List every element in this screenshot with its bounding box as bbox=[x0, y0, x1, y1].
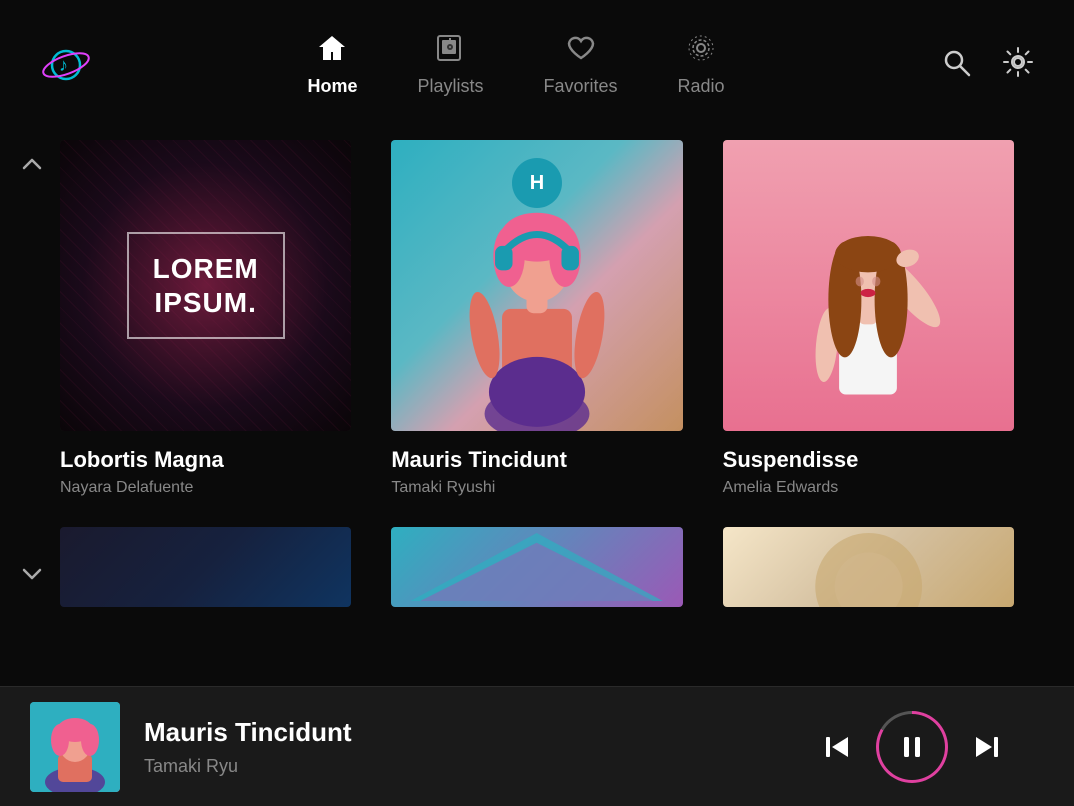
tab-home-label: Home bbox=[307, 76, 357, 97]
music-card-3[interactable]: Suspendisse Amelia Edwards bbox=[723, 140, 1014, 497]
partial-cards-row bbox=[60, 527, 1014, 607]
player-artist: Tamaki Ryu bbox=[144, 756, 820, 777]
player-title: Mauris Tincidunt bbox=[144, 717, 820, 748]
card-2-thumbnail: H bbox=[391, 140, 682, 431]
header-actions bbox=[940, 46, 1034, 85]
player-bar: Mauris Tincidunt Tamaki Ryu bbox=[0, 686, 1074, 806]
tab-playlists[interactable]: Playlists bbox=[417, 33, 483, 97]
search-button[interactable] bbox=[940, 46, 972, 85]
tab-favorites[interactable]: Favorites bbox=[543, 33, 617, 97]
player-thumbnail bbox=[30, 702, 120, 792]
playlists-icon bbox=[435, 33, 465, 70]
card-3-title: Suspendisse bbox=[723, 447, 1014, 473]
home-icon bbox=[317, 33, 347, 70]
pause-button[interactable] bbox=[876, 711, 948, 783]
header: ♪ Home Playlis bbox=[0, 0, 1074, 130]
card-1-title: Lobortis Magna bbox=[60, 447, 351, 473]
favorites-icon bbox=[566, 33, 596, 70]
player-info: Mauris Tincidunt Tamaki Ryu bbox=[144, 717, 820, 777]
prev-button[interactable] bbox=[820, 729, 856, 765]
settings-button[interactable] bbox=[1002, 46, 1034, 85]
card-3-thumbnail bbox=[723, 140, 1014, 431]
card-1-thumbnail: LOREM IPSUM. bbox=[60, 140, 351, 431]
tab-home[interactable]: Home bbox=[307, 33, 357, 97]
music-card-1[interactable]: LOREM IPSUM. Lobortis Magna Nayara Delaf… bbox=[60, 140, 351, 497]
next-button[interactable] bbox=[968, 729, 1004, 765]
card-2-artist: Tamaki Ryushi bbox=[391, 479, 682, 497]
scroll-up-button[interactable] bbox=[18, 150, 46, 185]
card-1-lorem-line1: LOREM bbox=[153, 252, 259, 286]
tab-playlists-label: Playlists bbox=[417, 76, 483, 97]
card-1-lorem-line2: IPSUM. bbox=[153, 286, 259, 320]
player-controls bbox=[820, 711, 1044, 783]
card-1-artist: Nayara Delafuente bbox=[60, 479, 351, 497]
partial-card-6[interactable] bbox=[723, 527, 1014, 607]
card-3-artist: Amelia Edwards bbox=[723, 479, 1014, 497]
nav-tabs: Home Playlists Favorites bbox=[307, 33, 724, 97]
app-logo[interactable]: ♪ bbox=[40, 39, 92, 91]
tab-radio[interactable]: Radio bbox=[678, 33, 725, 97]
card-1-text-box: LOREM IPSUM. bbox=[127, 232, 285, 339]
partial-card-5[interactable] bbox=[391, 527, 682, 607]
scroll-down-button[interactable] bbox=[18, 560, 46, 595]
radio-icon bbox=[686, 33, 716, 70]
logo-area: ♪ bbox=[40, 39, 92, 91]
headphone-badge: H bbox=[512, 158, 562, 208]
partial-card-4[interactable] bbox=[60, 527, 351, 607]
tab-favorites-label: Favorites bbox=[543, 76, 617, 97]
music-grid: LOREM IPSUM. Lobortis Magna Nayara Delaf… bbox=[60, 130, 1014, 497]
svg-text:♪: ♪ bbox=[59, 55, 68, 75]
tab-radio-label: Radio bbox=[678, 76, 725, 97]
main-content: LOREM IPSUM. Lobortis Magna Nayara Delaf… bbox=[0, 130, 1074, 686]
music-card-2[interactable]: H bbox=[391, 140, 682, 497]
card-2-title: Mauris Tincidunt bbox=[391, 447, 682, 473]
